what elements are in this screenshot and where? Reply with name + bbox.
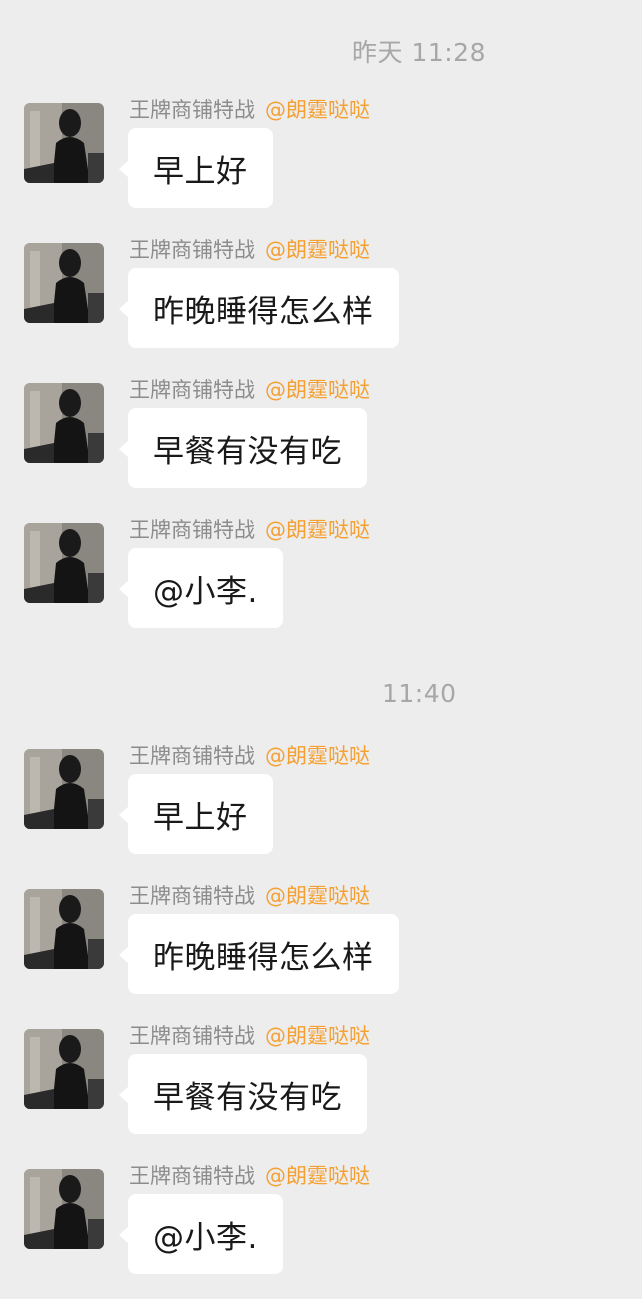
chat-message: 王牌商铺特战 @朗霆哒哒 早餐有没有吃	[0, 378, 642, 495]
message-text: @小李.	[153, 573, 258, 610]
sender-line: 王牌商铺特战 @朗霆哒哒	[129, 1162, 370, 1190]
sender-name[interactable]: 王牌商铺特战	[129, 1164, 255, 1188]
message-text: @小李.	[153, 1219, 258, 1256]
sender-line: 王牌商铺特战 @朗霆哒哒	[129, 516, 370, 544]
sender-line: 王牌商铺特战 @朗霆哒哒	[129, 882, 370, 910]
message-bubble[interactable]: 早上好	[119, 128, 273, 208]
message-text: 昨晚睡得怎么样	[153, 939, 374, 976]
sender-name[interactable]: 王牌商铺特战	[129, 744, 255, 768]
group-tag: @朗霆哒哒	[265, 884, 370, 908]
message-text: 早上好	[153, 153, 248, 190]
sender-name[interactable]: 王牌商铺特战	[129, 1024, 255, 1048]
avatar[interactable]	[24, 523, 104, 603]
avatar[interactable]	[24, 1169, 104, 1249]
avatar[interactable]	[24, 243, 104, 323]
chat-message: 王牌商铺特战 @朗霆哒哒 @小李.	[0, 518, 642, 635]
sender-line: 王牌商铺特战 @朗霆哒哒	[129, 236, 370, 264]
group-tag: @朗霆哒哒	[265, 238, 370, 262]
message-bubble[interactable]: 昨晚睡得怎么样	[119, 268, 399, 348]
timestamp: 昨天 11:28	[352, 38, 486, 67]
group-tag: @朗霆哒哒	[265, 1164, 370, 1188]
group-tag: @朗霆哒哒	[265, 98, 370, 122]
chat-message: 王牌商铺特战 @朗霆哒哒 早餐有没有吃	[0, 1024, 642, 1141]
sender-name[interactable]: 王牌商铺特战	[129, 518, 255, 542]
sender-name[interactable]: 王牌商铺特战	[129, 884, 255, 908]
sender-name[interactable]: 王牌商铺特战	[129, 238, 255, 262]
chat-message: 王牌商铺特战 @朗霆哒哒 昨晚睡得怎么样	[0, 238, 642, 355]
message-text: 早餐有没有吃	[153, 1079, 342, 1116]
message-bubble[interactable]: 早餐有没有吃	[119, 1054, 367, 1134]
timestamp: 11:40	[382, 679, 457, 708]
message-text: 早上好	[153, 799, 248, 836]
chat-message: 王牌商铺特战 @朗霆哒哒 昨晚睡得怎么样	[0, 884, 642, 1001]
sender-line: 王牌商铺特战 @朗霆哒哒	[129, 96, 370, 124]
chat-message: 王牌商铺特战 @朗霆哒哒 早上好	[0, 744, 642, 861]
message-text: 早餐有没有吃	[153, 433, 342, 470]
sender-name[interactable]: 王牌商铺特战	[129, 98, 255, 122]
avatar[interactable]	[24, 383, 104, 463]
message-bubble[interactable]: 早餐有没有吃	[119, 408, 367, 488]
avatar[interactable]	[24, 889, 104, 969]
chat-message: 王牌商铺特战 @朗霆哒哒 @小李.	[0, 1164, 642, 1281]
message-bubble[interactable]: @小李.	[119, 1194, 283, 1274]
sender-line: 王牌商铺特战 @朗霆哒哒	[129, 376, 370, 404]
avatar[interactable]	[24, 749, 104, 829]
sender-line: 王牌商铺特战 @朗霆哒哒	[129, 1022, 370, 1050]
message-text: 昨晚睡得怎么样	[153, 293, 374, 330]
group-tag: @朗霆哒哒	[265, 744, 370, 768]
group-tag: @朗霆哒哒	[265, 518, 370, 542]
message-bubble[interactable]: 早上好	[119, 774, 273, 854]
chat-message: 王牌商铺特战 @朗霆哒哒 早上好	[0, 98, 642, 215]
message-bubble[interactable]: @小李.	[119, 548, 283, 628]
sender-line: 王牌商铺特战 @朗霆哒哒	[129, 742, 370, 770]
sender-name[interactable]: 王牌商铺特战	[129, 378, 255, 402]
group-tag: @朗霆哒哒	[265, 378, 370, 402]
message-bubble[interactable]: 昨晚睡得怎么样	[119, 914, 399, 994]
group-tag: @朗霆哒哒	[265, 1024, 370, 1048]
avatar[interactable]	[24, 1029, 104, 1109]
avatar[interactable]	[24, 103, 104, 183]
